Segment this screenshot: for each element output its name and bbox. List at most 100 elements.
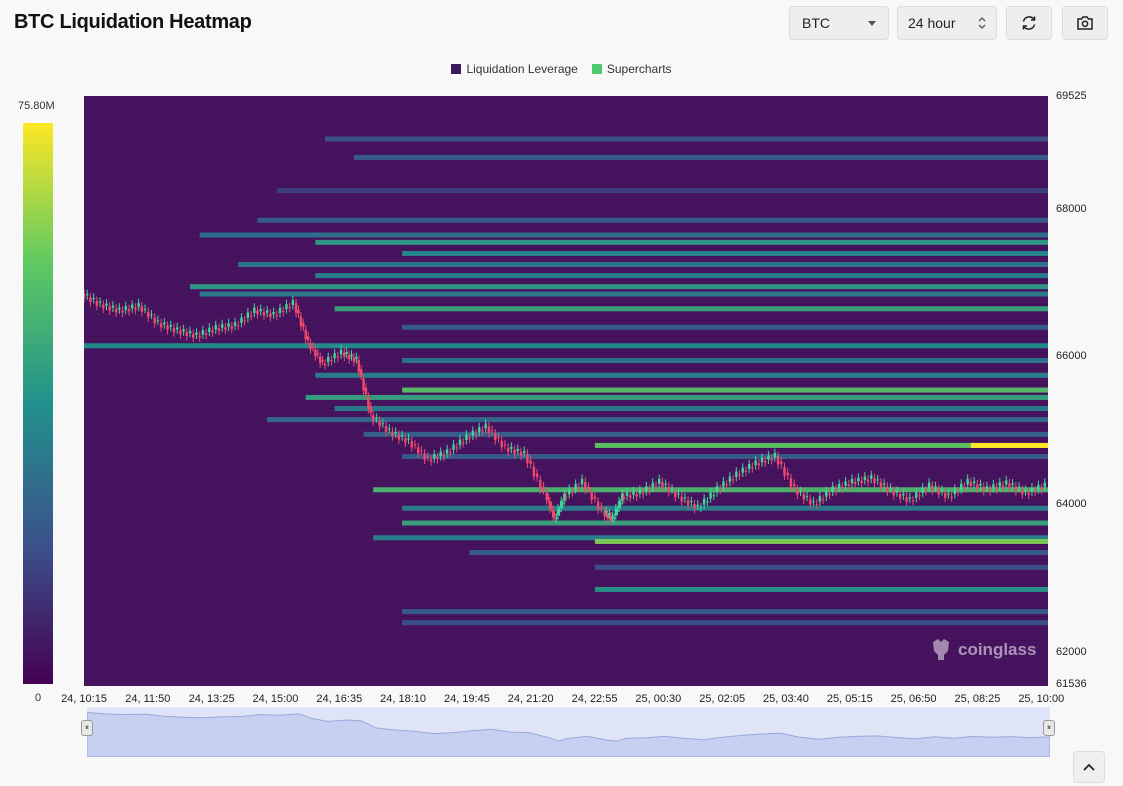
heatmap-band <box>267 417 1048 423</box>
candle <box>131 304 134 309</box>
navigator-left-handle[interactable]: ⏸ <box>81 720 93 736</box>
candle <box>580 478 584 485</box>
navigator-area <box>87 711 1050 757</box>
candle <box>105 303 108 306</box>
candle <box>523 450 526 453</box>
candle <box>455 447 458 449</box>
candle <box>153 317 156 324</box>
chart-legend: Liquidation Leverage Supercharts <box>0 62 1123 76</box>
candle <box>931 485 934 491</box>
candle <box>253 307 256 314</box>
candle <box>384 426 388 432</box>
candle <box>556 508 560 516</box>
scroll-top-button[interactable] <box>1073 751 1105 783</box>
heatmap-gridline <box>84 304 1048 305</box>
candle <box>1030 487 1034 492</box>
candle <box>265 310 269 313</box>
candle <box>494 433 497 441</box>
heatmap-gridline <box>84 600 1048 601</box>
candle <box>291 300 295 306</box>
candle <box>568 488 571 495</box>
candle <box>882 483 886 485</box>
candle <box>375 417 378 419</box>
candle <box>963 486 966 488</box>
navigator-right-handle[interactable]: ⏸ <box>1043 720 1055 736</box>
heatmap-gridline <box>84 120 1048 121</box>
candle <box>302 323 305 327</box>
legend-item-supercharts[interactable]: Supercharts <box>591 62 672 76</box>
refresh-button[interactable] <box>1006 6 1052 40</box>
heatmap-gridline <box>84 176 1048 177</box>
candle <box>127 309 131 312</box>
candle <box>735 471 738 477</box>
candle <box>604 510 608 513</box>
time-navigator[interactable] <box>87 707 1050 757</box>
coinglass-logo-icon <box>933 639 949 660</box>
candle <box>613 518 616 520</box>
candle <box>461 442 465 444</box>
candle <box>1037 485 1040 490</box>
candle <box>327 357 330 362</box>
candle <box>471 430 475 436</box>
candle <box>102 304 105 309</box>
heatmap-gridline <box>84 640 1048 641</box>
candle <box>747 464 751 469</box>
candle <box>818 496 822 502</box>
heatmap-gridline <box>84 280 1048 281</box>
heatmap-band <box>315 273 1048 279</box>
candle <box>288 307 291 309</box>
watermark-text: coinglass <box>958 640 1037 659</box>
heatmap-band <box>402 387 1048 393</box>
candle <box>484 423 487 429</box>
heatmap-gridline <box>84 208 1048 209</box>
candle <box>323 363 327 365</box>
candle <box>937 489 940 495</box>
candle <box>156 320 160 322</box>
candle <box>947 493 950 495</box>
heatmap-gridline <box>84 440 1048 441</box>
candle <box>357 360 360 373</box>
timeframe-select[interactable]: 24 hour <box>897 6 997 40</box>
candle <box>159 323 163 328</box>
candle <box>198 335 201 338</box>
candle <box>478 427 481 433</box>
candle <box>725 484 728 486</box>
candle <box>837 483 841 489</box>
x-tick-label: 24, 13:25 <box>188 693 235 705</box>
candle <box>764 460 767 463</box>
candle <box>972 481 976 484</box>
candle <box>895 490 899 493</box>
candle <box>510 446 513 449</box>
candle <box>364 387 368 394</box>
candle <box>513 449 516 454</box>
candle <box>539 479 542 490</box>
candle <box>420 450 423 452</box>
candle <box>796 489 799 495</box>
candle <box>275 314 278 316</box>
candle <box>220 324 224 328</box>
heatmap-gridline <box>84 152 1048 153</box>
candle <box>686 500 690 506</box>
candle <box>388 428 391 430</box>
candle <box>526 453 529 464</box>
candle <box>873 478 876 484</box>
screenshot-button[interactable] <box>1062 6 1108 40</box>
legend-item-liquidation-leverage[interactable]: Liquidation Leverage <box>451 62 578 76</box>
candle <box>318 356 322 364</box>
candle <box>381 423 385 425</box>
candle <box>889 487 892 489</box>
refresh-icon <box>1022 16 1036 30</box>
symbol-select[interactable]: BTC <box>789 6 889 40</box>
candle <box>304 329 307 340</box>
candle <box>625 492 629 497</box>
heatmap-plot[interactable] <box>84 96 1048 686</box>
heatmap-gridline <box>84 184 1048 185</box>
candle <box>503 444 507 446</box>
candle <box>728 476 732 482</box>
candle <box>172 328 176 333</box>
candle <box>548 501 552 509</box>
timeframe-select-value: 24 hour <box>908 15 956 31</box>
candle <box>617 501 621 508</box>
candle <box>596 501 600 510</box>
candle <box>321 360 324 362</box>
